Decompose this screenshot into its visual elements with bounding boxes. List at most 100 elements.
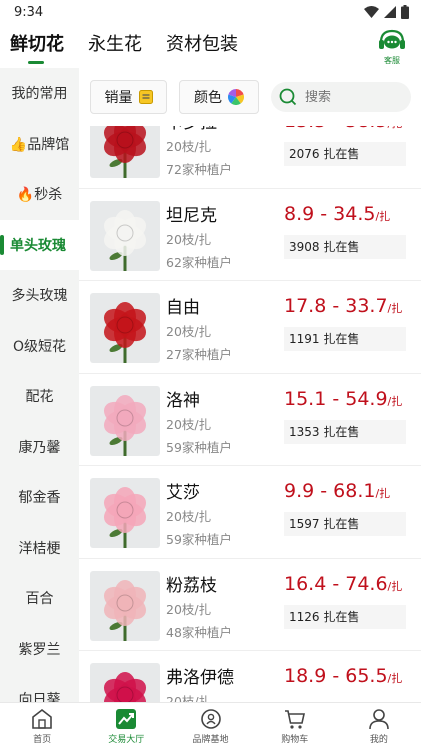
product-spec: 20枝/扎 <box>166 509 212 524</box>
nav-cart[interactable]: 购物车 <box>253 703 337 750</box>
product-name: 坦尼克 <box>166 205 217 226</box>
product-spec: 20枝/扎 <box>166 601 212 617</box>
color-wheel-icon <box>228 89 244 105</box>
sidebar-item-single-head-rose[interactable]: 单头玫瑰 <box>0 219 79 270</box>
color-filter-button[interactable]: 颜色 <box>179 80 259 114</box>
product-growers: 72家种植户 <box>166 162 232 177</box>
product-image[interactable] <box>90 385 160 456</box>
rose-photo-icon <box>90 200 160 271</box>
sidebar-item-brand-hall[interactable]: 👍品牌馆 <box>0 119 79 170</box>
product-row[interactable]: 洛神 20枝/扎 59家种植户 15.1 - 54.9/扎 1353 扎在售 <box>79 374 421 466</box>
price-range: 15.1 - 54.9 <box>284 387 388 410</box>
sidebar-item-lisianthus[interactable]: 洋桔梗 <box>0 523 79 574</box>
sort-by-sales-button[interactable]: 销量 <box>90 80 167 114</box>
nav-trading-hall-label: 交易大厅 <box>108 735 145 745</box>
price-range: 17.8 - 33.7 <box>284 295 388 317</box>
tab-packaging-materials[interactable]: 资材包装 <box>166 30 238 62</box>
price-unit: /扎 <box>375 487 391 500</box>
signal-icon <box>384 6 396 18</box>
price-unit: /扎 <box>387 672 403 685</box>
stock-badge: 1126 扎在售 <box>284 604 406 629</box>
person-icon <box>369 709 389 730</box>
product-image[interactable] <box>90 478 160 548</box>
product-price: 17.8 - 33.7/扎 <box>284 295 402 317</box>
rose-photo-icon <box>90 663 160 702</box>
tab-fresh-cut-flowers[interactable]: 鲜切花 <box>10 30 64 64</box>
product-image[interactable] <box>90 570 160 641</box>
product-name: 自由 <box>166 298 200 318</box>
product-name: 艾莎 <box>166 483 200 503</box>
sidebar-item-stock-flower[interactable]: 紫罗兰 <box>0 624 79 675</box>
tab-preserved-flowers[interactable]: 永生花 <box>88 30 142 62</box>
sort-by-sales-label: 销量 <box>104 90 133 106</box>
search-box[interactable] <box>271 82 411 112</box>
headset-chat-icon <box>379 29 405 49</box>
product-panel: 销量 颜色 卡罗拉20枝/扎72家种植户13.3 - 38.5/扎2076 扎在… <box>79 68 421 702</box>
brand-medal-icon <box>200 709 221 729</box>
nav-cart-label: 购物车 <box>281 735 309 745</box>
search-input[interactable] <box>305 89 395 105</box>
product-name: 粉荔枝 <box>166 575 217 596</box>
product-row[interactable]: 自由 20枝/扎 27家种植户 17.8 - 33.7/扎 1191 扎在售 <box>79 281 421 374</box>
price-unit: /扎 <box>387 579 403 593</box>
product-price: 16.4 - 74.6/扎 <box>284 573 402 595</box>
sidebar-item-my-frequent[interactable]: 我的常用 <box>0 68 79 119</box>
search-icon <box>279 88 297 106</box>
nav-trading-hall[interactable]: 交易大厅 <box>84 703 168 750</box>
customer-service-button[interactable]: 客服 <box>375 28 409 66</box>
stock-badge: 1353 扎在售 <box>284 419 406 444</box>
sidebar-item-lily[interactable]: 百合 <box>0 573 79 624</box>
wifi-icon <box>364 6 379 18</box>
sidebar-item-carnation[interactable]: 康乃馨 <box>0 422 79 473</box>
nav-brand-base-label: 品牌基地 <box>192 735 229 745</box>
product-growers: 27家种植户 <box>166 347 232 362</box>
price-range: 9.9 - 68.1 <box>284 480 376 502</box>
customer-service-label: 客服 <box>384 56 400 65</box>
trend-chart-icon <box>116 709 137 729</box>
list-badge-icon <box>138 90 153 104</box>
stock-badge: 1191 扎在售 <box>284 327 406 351</box>
product-price: 18.9 - 65.5/扎 <box>284 665 402 687</box>
sidebar-item-filler-flowers[interactable]: 配花 <box>0 371 79 422</box>
product-row[interactable]: 艾莎 20枝/扎 59家种植户 9.9 - 68.1/扎 1597 扎在售 <box>79 466 421 559</box>
product-growers: 62家种植户 <box>166 254 232 270</box>
sidebar-item-tulip[interactable]: 郁金香 <box>0 472 79 523</box>
product-growers: 59家种植户 <box>166 439 232 455</box>
product-spec: 20枝/扎 <box>166 231 212 247</box>
stock-badge: 1597 扎在售 <box>284 512 406 536</box>
price-unit: /扎 <box>387 302 403 315</box>
nav-brand-base[interactable]: 品牌基地 <box>168 703 252 750</box>
price-range: 16.4 - 74.6 <box>284 572 388 595</box>
rose-photo-icon <box>90 385 160 456</box>
product-image[interactable] <box>90 200 160 271</box>
home-icon <box>32 708 52 729</box>
nav-home[interactable]: 首页 <box>0 703 84 750</box>
product-row[interactable]: 坦尼克 20枝/扎 62家种植户 8.9 - 34.5/扎 3908 扎在售 <box>79 189 421 281</box>
product-row[interactable]: 弗洛伊德 20枝/扎 18.9 - 65.5/扎 <box>79 651 421 702</box>
status-bar: 9:34 <box>0 0 421 24</box>
sidebar-item-multi-head-rose[interactable]: 多头玫瑰 <box>0 270 79 321</box>
price-range: 8.9 - 34.5 <box>284 202 376 225</box>
price-unit: /扎 <box>387 394 403 408</box>
sidebar-item-flash-sale[interactable]: 🔥秒杀 <box>0 169 79 220</box>
rose-photo-icon <box>90 570 160 641</box>
rose-photo-icon <box>90 478 160 548</box>
product-spec: 20枝/扎 <box>166 324 212 339</box>
app-screen: 9:34 鲜切花 永生花 资材包装 客服 我的常用 👍品牌馆 🔥秒杀 单头玫瑰 … <box>0 0 421 750</box>
product-price: 15.1 - 54.9/扎 <box>284 388 402 410</box>
product-image[interactable] <box>90 293 160 363</box>
price-unit: /扎 <box>375 209 391 223</box>
product-growers: 48家种植户 <box>166 624 232 640</box>
color-filter-label: 颜色 <box>194 90 222 106</box>
product-spec: 20枝/扎 <box>166 139 212 154</box>
product-image[interactable] <box>90 663 160 702</box>
product-row[interactable]: 粉荔枝 20枝/扎 48家种植户 16.4 - 74.6/扎 1126 扎在售 <box>79 559 421 651</box>
sidebar-item-o-grade-short[interactable]: O级短花 <box>0 321 79 372</box>
rose-photo-icon <box>90 293 160 363</box>
nav-mine[interactable]: 我的 <box>337 703 421 750</box>
battery-icon <box>401 5 409 19</box>
filter-bar: 销量 颜色 <box>79 68 421 126</box>
cart-icon <box>284 710 305 729</box>
sidebar-item-sunflower[interactable]: 向日葵 <box>0 674 79 702</box>
stock-badge: 2076 扎在售 <box>284 142 406 166</box>
